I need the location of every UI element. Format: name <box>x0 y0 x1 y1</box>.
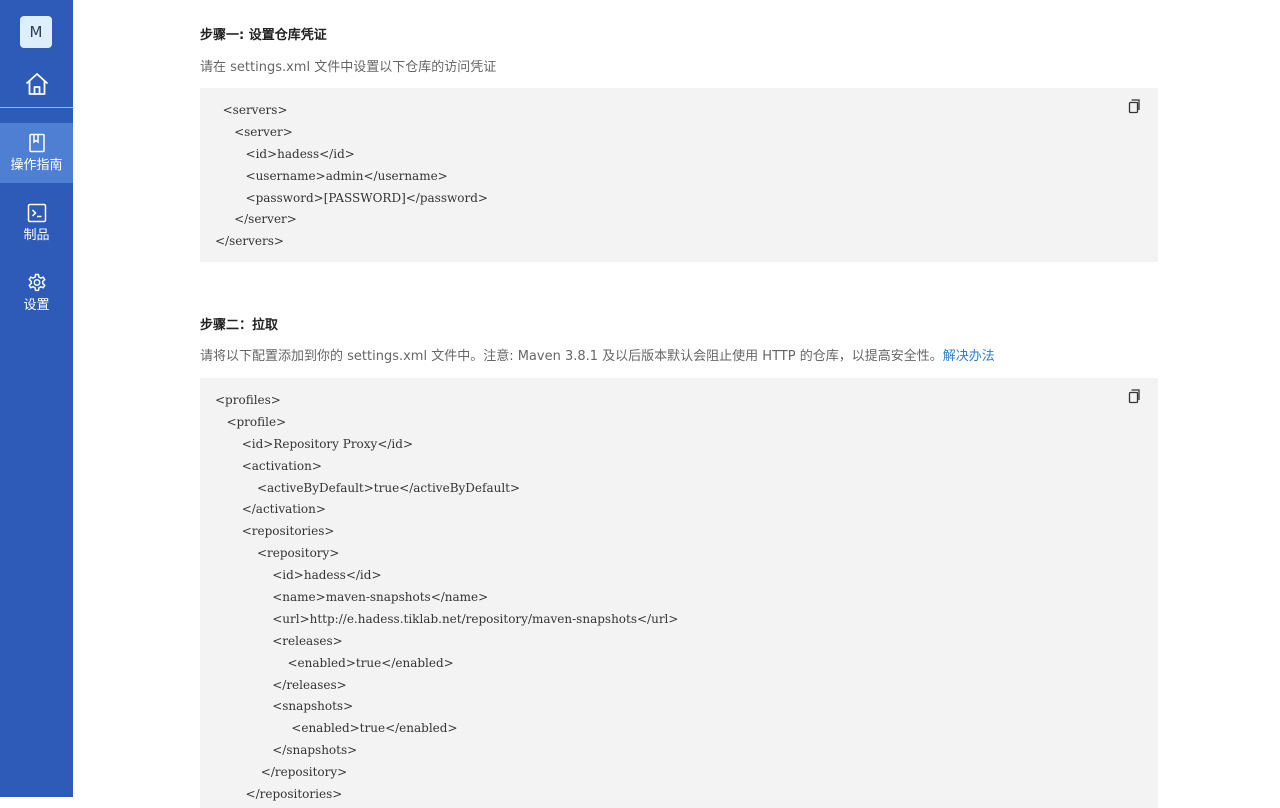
code-line: </snapshots> <box>215 743 358 758</box>
code-line: <activeByDefault>true</activeByDefault> <box>215 480 521 495</box>
code-line: <repository> <box>215 546 340 561</box>
code-line: </servers> <box>215 234 284 249</box>
code-line: <username>admin</username> <box>215 168 448 183</box>
code-line: <activation> <box>215 458 322 473</box>
code-line: <enabled>true</enabled> <box>215 721 458 736</box>
code-line: <id>hadess</id> <box>215 146 355 161</box>
code-line: <password>[PASSWORD]</password> <box>215 190 488 205</box>
code-line: </repository> <box>215 765 348 780</box>
sidebar-item-settings[interactable]: 设置 <box>0 263 73 323</box>
gear-icon <box>27 273 46 292</box>
home-icon <box>25 73 48 95</box>
solution-link[interactable]: 解决办法 <box>943 349 995 364</box>
step2-code-block: <profiles> <profile> <id>Repository Prox… <box>200 378 1158 808</box>
sidebar-divider <box>0 107 73 108</box>
code-line: <profile> <box>215 414 287 429</box>
home-button[interactable] <box>0 62 73 106</box>
avatar[interactable]: M <box>20 16 52 48</box>
sidebar-item-label: 操作指南 <box>10 158 63 173</box>
sidebar-item-label: 设置 <box>23 298 50 313</box>
step1-code: <servers> <server> <id>hadess</id> <user… <box>200 100 1100 253</box>
code-line: <url>http://e.hadess.tiklab.net/reposito… <box>215 611 679 626</box>
step2-description: 请将以下配置添加到你的 settings.xml 文件中。注意: Maven 3… <box>200 348 995 366</box>
code-line: </activation> <box>215 502 326 517</box>
code-line: <name>maven-snapshots</name> <box>215 590 489 605</box>
step1-code-block: <servers> <server> <id>hadess</id> <user… <box>200 88 1158 262</box>
step2-title: 步骤二：拉取 <box>200 318 279 333</box>
copy-icon[interactable] <box>1126 388 1142 404</box>
code-line: <repositories> <box>215 524 335 539</box>
step2-description-text: 请将以下配置添加到你的 settings.xml 文件中。注意: Maven 3… <box>200 349 943 364</box>
code-line: <server> <box>215 124 293 139</box>
sidebar: M 操作指南 制品 设置 <box>0 0 73 797</box>
code-line: <snapshots> <box>215 699 354 714</box>
sidebar-item-guide[interactable]: 操作指南 <box>0 123 73 183</box>
book-icon <box>28 133 45 153</box>
code-line: <id>Repository Proxy</id> <box>215 436 413 451</box>
copy-icon[interactable] <box>1126 98 1142 114</box>
step2-code: <profiles> <profile> <id>Repository Prox… <box>200 390 1100 806</box>
sidebar-item-artifacts[interactable]: 制品 <box>0 193 73 253</box>
code-line: <profiles> <box>215 393 281 407</box>
step1-description: 请在 settings.xml 文件中设置以下仓库的访问凭证 <box>200 60 497 75</box>
code-line: <servers> <box>215 103 288 117</box>
code-line: <enabled>true</enabled> <box>215 655 454 670</box>
step1-title: 步骤一: 设置仓库凭证 <box>200 28 327 43</box>
code-line: </releases> <box>215 677 347 692</box>
terminal-icon <box>27 203 46 223</box>
code-line: </server> <box>215 212 297 227</box>
code-line: <id>hadess</id> <box>215 568 382 583</box>
code-line: </repositories> <box>215 787 343 802</box>
code-line: <releases> <box>215 633 343 648</box>
sidebar-item-label: 制品 <box>23 228 50 243</box>
